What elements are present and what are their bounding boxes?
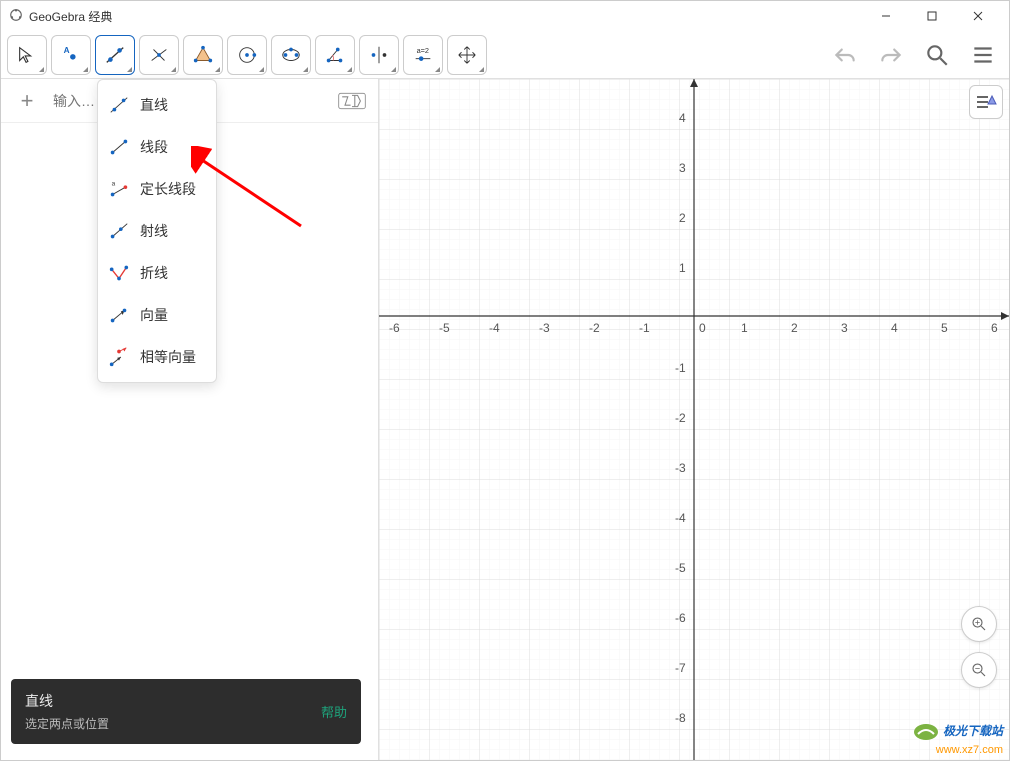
segment-fixed-icon: a <box>108 178 130 200</box>
redo-button[interactable] <box>871 35 911 75</box>
keyboard-button[interactable] <box>332 81 372 121</box>
dropdown-item-segment-fixed[interactable]: a 定长线段 <box>98 168 216 210</box>
dropdown-item-vector[interactable]: 向量 <box>98 294 216 336</box>
x-tick: -6 <box>389 321 400 335</box>
toolbar: A a=2 <box>1 31 1009 79</box>
dropdown-label: 线段 <box>140 137 168 157</box>
dropdown-item-segment[interactable]: 线段 <box>98 126 216 168</box>
tool-reflect[interactable] <box>359 35 399 75</box>
window-controls <box>863 1 1001 31</box>
tool-point[interactable]: A <box>51 35 91 75</box>
tool-tooltip: 直线 选定两点或位置 帮助 <box>11 679 361 744</box>
dropdown-label: 向量 <box>140 305 168 325</box>
tooltip-help-link[interactable]: 帮助 <box>321 702 347 721</box>
app-icon <box>9 8 23 25</box>
vector-equal-icon <box>108 346 130 368</box>
watermark-icon <box>912 722 940 742</box>
watermark: 极光下载站 www.xz7.com <box>912 722 1003 756</box>
segment-icon <box>108 136 130 158</box>
y-tick: 2 <box>679 211 686 225</box>
tool-angle[interactable] <box>315 35 355 75</box>
graph-style-button[interactable] <box>969 85 1003 119</box>
x-tick: 5 <box>941 321 948 335</box>
y-tick: 1 <box>679 261 686 275</box>
tool-perpendicular[interactable] <box>139 35 179 75</box>
dropdown-label: 直线 <box>140 95 168 115</box>
x-tick: -4 <box>489 321 500 335</box>
tooltip-desc: 选定两点或位置 <box>25 715 311 732</box>
y-tick: -6 <box>675 611 686 625</box>
dropdown-item-vector-equal[interactable]: 相等向量 <box>98 336 216 378</box>
window-title: GeoGebra 经典 <box>29 8 863 25</box>
dropdown-item-polyline[interactable]: 折线 <box>98 252 216 294</box>
tool-line[interactable] <box>95 35 135 75</box>
svg-text:a: a <box>112 180 116 187</box>
y-tick: -3 <box>675 461 686 475</box>
x-tick: 3 <box>841 321 848 335</box>
titlebar: GeoGebra 经典 <box>1 1 1009 31</box>
dropdown-label: 折线 <box>140 263 168 283</box>
svg-text:a=2: a=2 <box>417 46 429 55</box>
y-tick: -8 <box>675 711 686 725</box>
dropdown-item-line[interactable]: 直线 <box>98 84 216 126</box>
vector-icon <box>108 304 130 326</box>
x-tick: 2 <box>791 321 798 335</box>
undo-button[interactable] <box>825 35 865 75</box>
tool-ellipse[interactable] <box>271 35 311 75</box>
dropdown-label: 定长线段 <box>140 179 196 199</box>
y-tick: -1 <box>675 361 686 375</box>
tool-polygon[interactable] <box>183 35 223 75</box>
tool-circle[interactable] <box>227 35 267 75</box>
tool-slider[interactable]: a=2 <box>403 35 443 75</box>
y-tick: 4 <box>679 111 686 125</box>
polyline-icon <box>108 262 130 284</box>
menu-button[interactable] <box>963 35 1003 75</box>
tool-move[interactable] <box>7 35 47 75</box>
zoom-in-button[interactable] <box>961 606 997 642</box>
dropdown-label: 射线 <box>140 221 168 241</box>
watermark-line2: www.xz7.com <box>936 744 1003 756</box>
minimize-button[interactable] <box>863 1 909 31</box>
y-tick: -7 <box>675 661 686 675</box>
add-row-button[interactable]: + <box>7 81 47 121</box>
graph-canvas[interactable] <box>379 79 1009 760</box>
y-tick: -5 <box>675 561 686 575</box>
dropdown-label: 相等向量 <box>140 347 196 367</box>
tooltip-title: 直线 <box>25 691 311 711</box>
line-tool-dropdown: 直线 线段 a 定长线段 射线 折线 向量 相等向量 <box>97 79 217 383</box>
x-tick: 4 <box>891 321 898 335</box>
ray-icon <box>108 220 130 242</box>
x-tick: 6 <box>991 321 998 335</box>
line-icon <box>108 94 130 116</box>
y-tick: 3 <box>679 161 686 175</box>
x-tick: -3 <box>539 321 550 335</box>
search-button[interactable] <box>917 35 957 75</box>
zoom-out-button[interactable] <box>961 652 997 688</box>
y-tick: -4 <box>675 511 686 525</box>
svg-text:A: A <box>64 46 70 55</box>
x-tick: -1 <box>639 321 650 335</box>
y-tick: -2 <box>675 411 686 425</box>
x-tick: -2 <box>589 321 600 335</box>
x-tick: 1 <box>741 321 748 335</box>
graph-pane[interactable]: -6 -5 -4 -3 -2 -1 0 1 2 3 4 5 6 4 3 2 1 … <box>379 79 1009 760</box>
maximize-button[interactable] <box>909 1 955 31</box>
x-tick: -5 <box>439 321 450 335</box>
watermark-line1: 极光下载站 <box>943 724 1003 738</box>
dropdown-item-ray[interactable]: 射线 <box>98 210 216 252</box>
close-button[interactable] <box>955 1 1001 31</box>
x-tick: 0 <box>699 321 706 335</box>
tool-move-view[interactable] <box>447 35 487 75</box>
